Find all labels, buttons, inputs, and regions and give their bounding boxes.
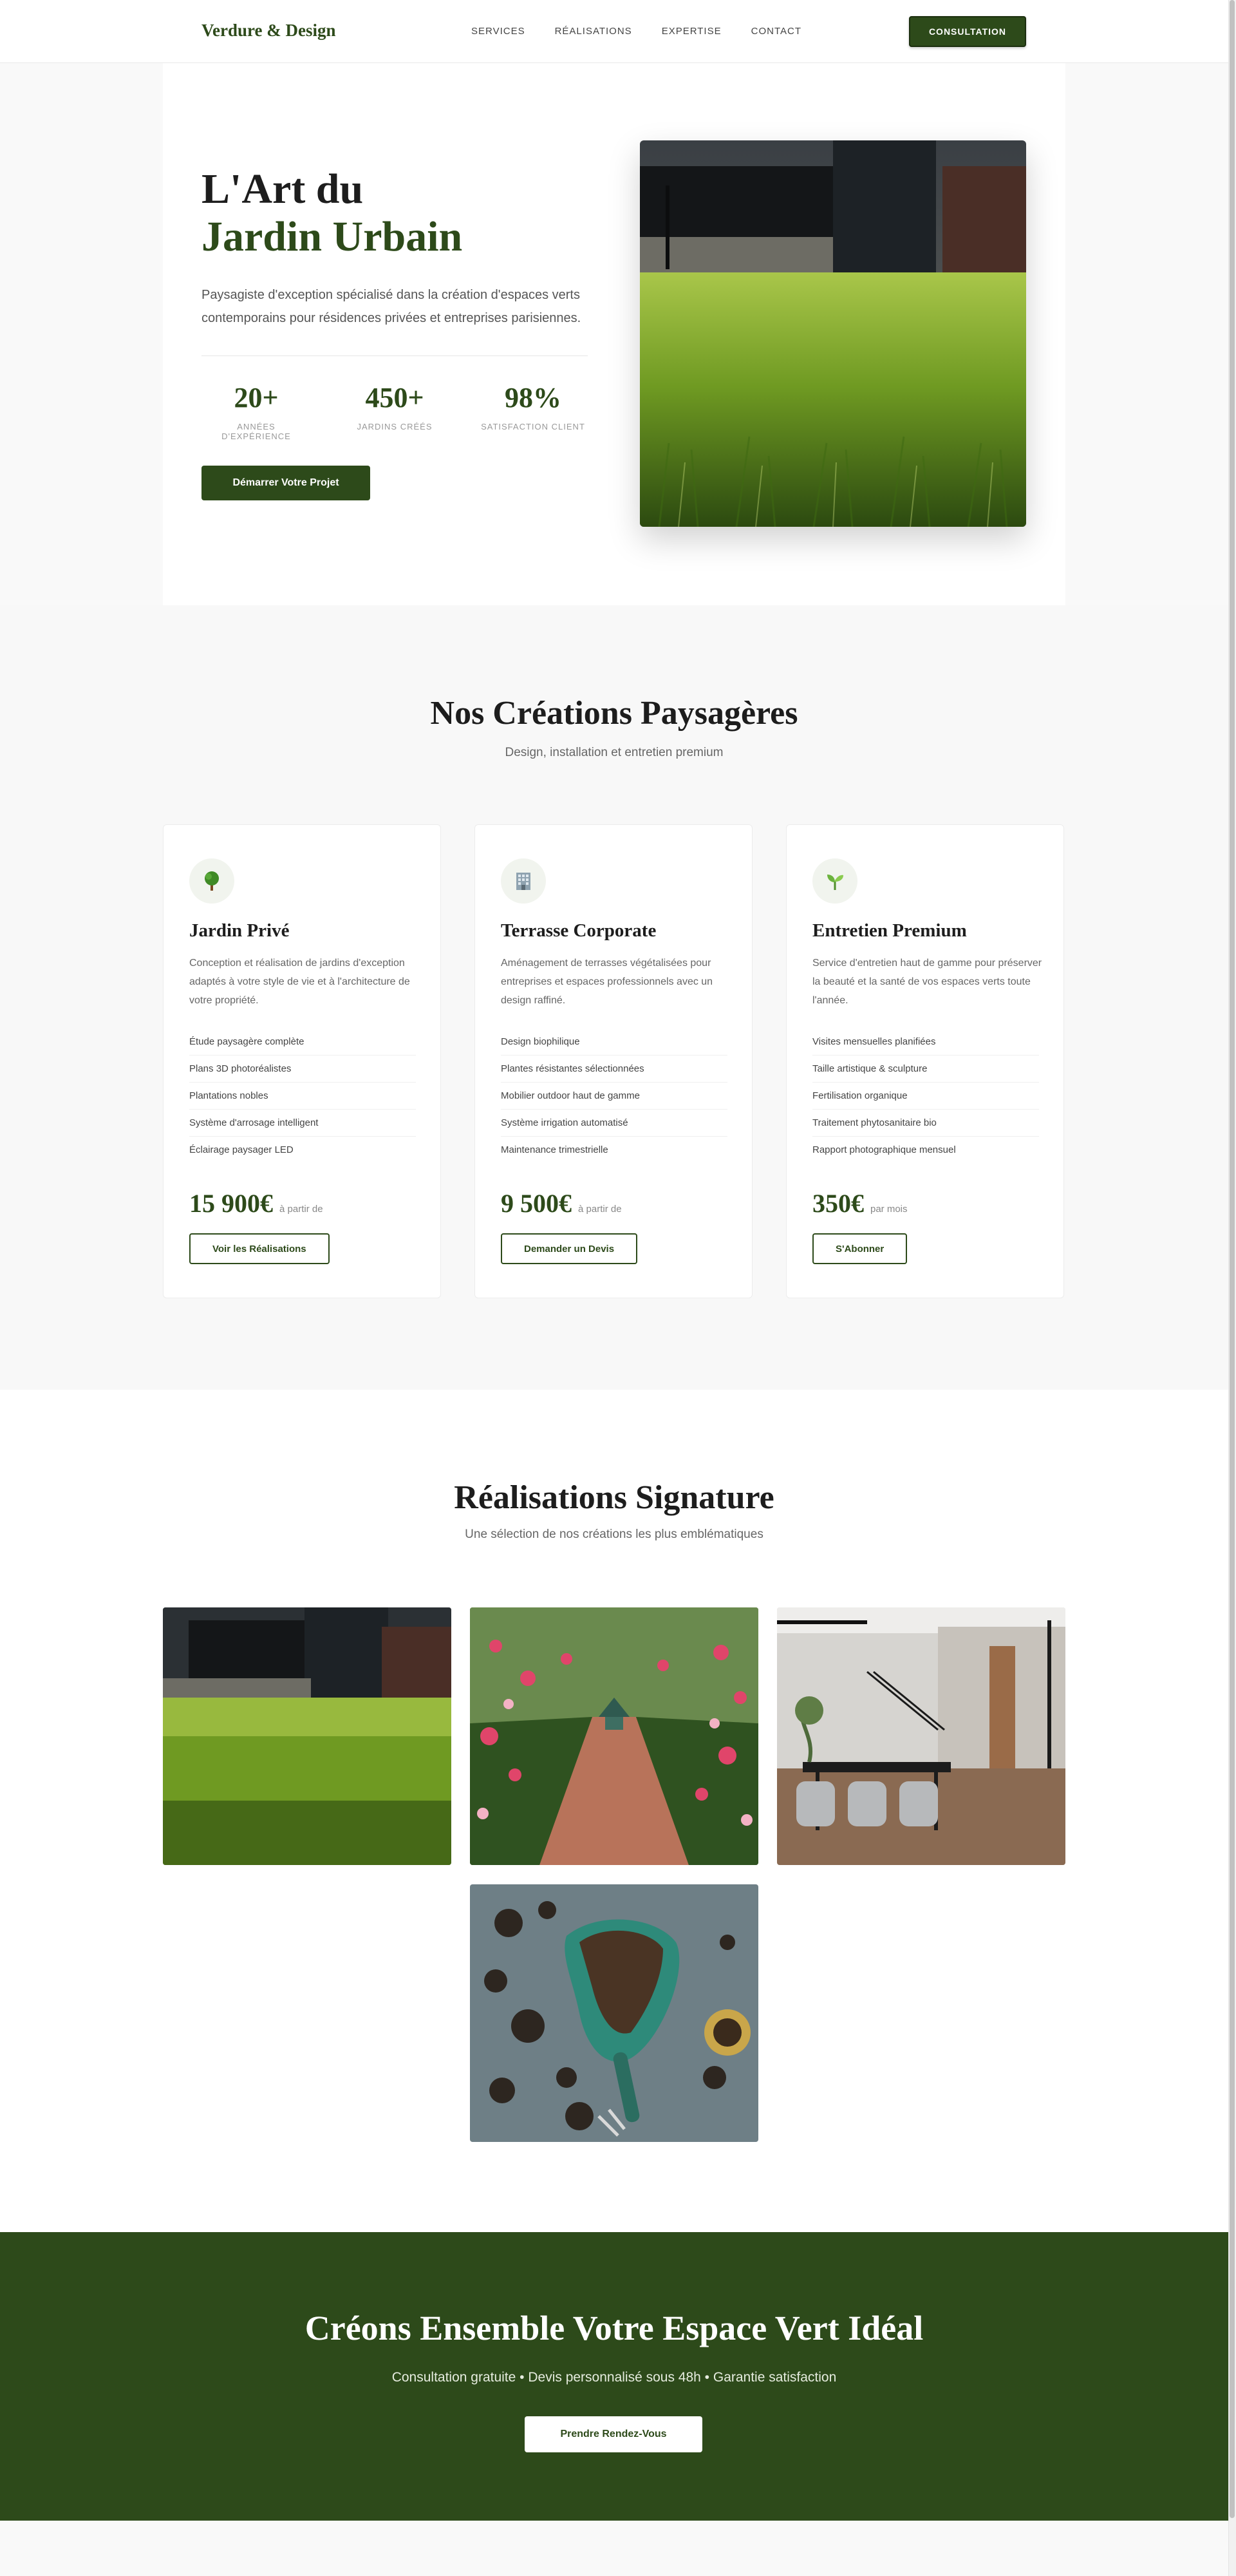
feature-item: Maintenance trimestrielle (501, 1144, 608, 1155)
feature-item: Plantes résistantes sélectionnées (501, 1056, 727, 1083)
book-appointment-button[interactable]: Prendre Rendez-Vous (525, 2416, 702, 2452)
feature-list: Design biophilique Plantes résistantes s… (501, 1028, 727, 1164)
card-title: Jardin Privé (189, 920, 290, 941)
feature-item: Plans 3D photoréalistes (189, 1056, 416, 1083)
gallery-image-garden-path[interactable] (470, 1607, 758, 1865)
feature-item: Étude paysagère complète (189, 1028, 416, 1056)
gallery-section: Réalisations Signature Une sélection de … (0, 1390, 1228, 2232)
hero-section: L'Art du Jardin Urbain Paysagiste d'exce… (163, 63, 1065, 605)
card-title: Terrasse Corporate (501, 920, 657, 941)
price-value: 15 900€ (189, 1189, 273, 1218)
feature-list: Visites mensuelles planifiées Taille art… (812, 1028, 1039, 1164)
request-quote-button[interactable]: Demander un Devis (501, 1233, 638, 1264)
stat-label: SATISFACTION CLIENT (481, 422, 585, 431)
feature-item: Système d'arrosage intelligent (189, 1110, 416, 1137)
service-card-entretien-premium: Entretien Premium Service d'entretien ha… (786, 824, 1064, 1298)
nav-services[interactable]: SERVICES (471, 26, 525, 37)
stat-value: 20+ (234, 382, 279, 413)
hero-title-line2: Jardin Urbain (201, 213, 463, 260)
cta-subtitle: Consultation gratuite • Devis personnali… (391, 2370, 837, 2385)
stat-label: JARDINS CRÉÉS (357, 422, 433, 431)
service-card-terrasse-corporate: Terrasse Corporate Aménagement de terras… (474, 824, 753, 1298)
feature-item: Mobilier outdoor haut de gamme (501, 1083, 727, 1110)
stat-value: 98% (505, 382, 561, 413)
feature-item: Visites mensuelles planifiées (812, 1028, 1039, 1056)
card-price: 9 500€ à partir de (501, 1188, 622, 1218)
feature-item: Plantations nobles (189, 1083, 416, 1110)
nav-expertise[interactable]: EXPERTISE (662, 26, 722, 37)
feature-item: Éclairage paysager LED (189, 1144, 294, 1155)
price-suffix: à partir de (279, 1204, 323, 1215)
feature-item: Système irrigation automatisé (501, 1110, 727, 1137)
gallery-title: Réalisations Signature (454, 1479, 774, 1516)
hero-title-line1: L'Art du (201, 166, 364, 213)
office-building-icon (501, 858, 546, 904)
nav-contact[interactable]: CONTACT (751, 26, 801, 37)
card-description: Service d'entretien haut de gamme pour p… (812, 958, 1042, 1006)
price-suffix: à partir de (578, 1204, 622, 1215)
seedling-icon (812, 858, 857, 904)
hero-lawn-image (640, 140, 1026, 527)
stat-value: 450+ (365, 382, 424, 413)
card-price: 350€ par mois (812, 1188, 908, 1218)
view-realisations-button[interactable]: Voir les Réalisations (189, 1233, 330, 1264)
stat-satisfaction: 98% SATISFACTION CLIENT (480, 381, 586, 431)
price-value: 350€ (812, 1189, 864, 1218)
service-card-jardin-prive: Jardin Privé Conception et réalisation d… (163, 824, 441, 1298)
services-section: Nos Créations Paysagères Design, install… (0, 605, 1228, 1390)
card-title: Entretien Premium (812, 920, 967, 941)
price-suffix: par mois (870, 1204, 908, 1215)
subscribe-button[interactable]: S'Abonner (812, 1233, 908, 1264)
main-nav: SERVICES RÉALISATIONS EXPERTISE CONTACT (471, 26, 801, 37)
services-subtitle: Design, installation et entretien premiu… (505, 746, 724, 759)
start-project-button[interactable]: Démarrer Votre Projet (201, 466, 370, 500)
logo[interactable]: Verdure & Design (201, 21, 336, 41)
stat-years: 20+ ANNÉES D'EXPÉRIENCE (201, 381, 311, 441)
feature-item: Rapport photographique mensuel (812, 1144, 956, 1155)
feature-item: Design biophilique (501, 1028, 727, 1056)
services-title: Nos Créations Paysagères (430, 695, 798, 732)
feature-item: Traitement phytosanitaire bio (812, 1110, 1039, 1137)
gallery-subtitle: Une sélection de nos créations les plus … (465, 1528, 763, 1541)
card-description: Aménagement de terrasses végétalisées po… (501, 958, 713, 1006)
card-price: 15 900€ à partir de (189, 1188, 323, 1218)
stat-label: ANNÉES D'EXPÉRIENCE (221, 422, 291, 441)
cta-section: Créons Ensemble Votre Espace Vert Idéal … (0, 2232, 1228, 2521)
price-value: 9 500€ (501, 1189, 572, 1218)
page-scrollbar[interactable] (1228, 0, 1236, 2576)
gallery-image-interior[interactable] (777, 1607, 1065, 1865)
hero-description: Paysagiste d'exception spécialisé dans l… (201, 288, 581, 325)
feature-item: Fertilisation organique (812, 1083, 1039, 1110)
feature-list: Étude paysagère complète Plans 3D photor… (189, 1028, 416, 1164)
card-description: Conception et réalisation de jardins d'e… (189, 958, 410, 1006)
gallery-image-trowel[interactable] (470, 1884, 758, 2142)
consultation-button[interactable]: CONSULTATION (909, 16, 1026, 47)
tree-icon (189, 858, 234, 904)
gallery-image-lawn[interactable] (163, 1607, 451, 1865)
feature-item: Taille artistique & sculpture (812, 1056, 1039, 1083)
cta-title: Créons Ensemble Votre Espace Vert Idéal (304, 2309, 924, 2347)
hero-divider (201, 355, 588, 356)
scrollbar-thumb[interactable] (1230, 0, 1235, 2518)
nav-realisations[interactable]: RÉALISATIONS (555, 26, 632, 37)
stat-gardens: 450+ JARDINS CRÉÉS (350, 381, 440, 431)
site-header: Verdure & Design SERVICES RÉALISATIONS E… (0, 0, 1228, 63)
